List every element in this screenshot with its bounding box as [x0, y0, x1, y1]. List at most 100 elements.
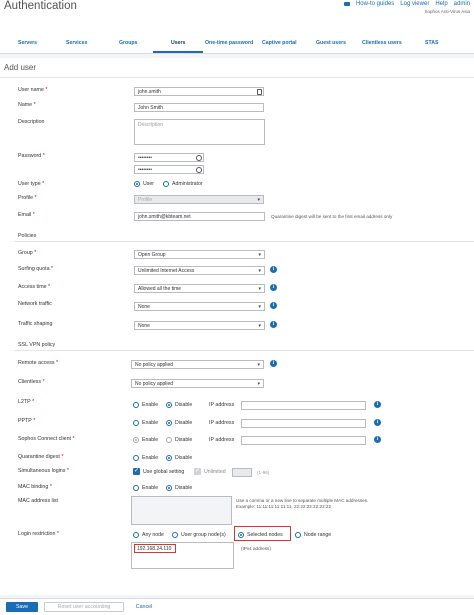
quarantine-disable-radio[interactable] [166, 455, 172, 461]
active-tab-indicator [153, 51, 203, 53]
pptp-label: PPTP * [18, 418, 36, 424]
chevron-down-icon: ▾ [257, 362, 260, 368]
access-time-label: Access time * [18, 284, 51, 290]
info-icon[interactable]: i [270, 321, 277, 328]
usertype-user-radio[interactable] [134, 181, 140, 187]
name-label: Name * [18, 102, 36, 108]
mac-binding-disable-radio[interactable] [166, 485, 172, 491]
chevron-down-icon: ▾ [258, 252, 261, 258]
info-icon[interactable]: i [270, 302, 277, 309]
remote-access-label: Remote access * [18, 360, 59, 366]
usertype-admin-radio[interactable] [163, 181, 169, 187]
username-label: User name * [18, 87, 48, 93]
name-input[interactable]: John Smith [134, 103, 264, 112]
login-user-group-label: User group node(s) [181, 532, 226, 538]
description-label: Description [18, 119, 45, 125]
group-select[interactable]: Open Group ▾ [134, 250, 265, 259]
login-user-group-radio[interactable] [172, 532, 178, 538]
admin-menu[interactable]: admin [454, 1, 470, 7]
info-icon[interactable]: i [270, 266, 277, 273]
pptp-disable-radio[interactable] [166, 420, 172, 426]
info-icon[interactable]: i [374, 401, 381, 408]
login-node-range-radio[interactable] [295, 532, 301, 538]
tab-bar: Servers Services Groups Users One-time p… [0, 34, 474, 54]
tab-guest-users[interactable]: Guest users [316, 40, 346, 46]
remote-access-select[interactable]: No policy applied ▾ [131, 360, 264, 369]
how-to-guides-link[interactable]: How-to guides [356, 1, 394, 7]
cancel-button[interactable]: Cancel [134, 602, 154, 612]
tab-servers[interactable]: Servers [18, 40, 37, 46]
mac-binding-label: MAC binding * [18, 484, 52, 490]
use-global-label: Use global setting [143, 469, 185, 475]
login-any-node-radio[interactable] [133, 532, 139, 538]
simultaneous-count-input [232, 468, 252, 477]
login-any-node-label: Any node [142, 532, 164, 538]
l2tp-disable-radio[interactable] [166, 402, 172, 408]
l2tp-ip-input[interactable] [241, 401, 366, 410]
show-confirm-password-icon[interactable] [196, 166, 202, 173]
pptp-ip-input[interactable] [241, 419, 366, 428]
sophos-connect-enable-radio[interactable] [133, 437, 139, 443]
password-input[interactable]: •••••••• [134, 153, 204, 162]
log-viewer-link[interactable]: Log viewer [400, 1, 429, 7]
info-icon[interactable]: i [374, 436, 381, 443]
unlimited-checkbox[interactable]: ✓ [194, 468, 201, 475]
mac-list-label: MAC address list [18, 498, 59, 504]
sophos-connect-disable-radio[interactable] [166, 437, 172, 443]
org-subtitle: Sophos Anti-Virus Asia [424, 9, 470, 14]
show-password-icon[interactable] [196, 154, 202, 161]
add-user-form: Add user User name * john.smith Name * J… [0, 58, 474, 595]
login-restriction-label: Login restriction * [18, 531, 59, 537]
password-label: Password * [18, 153, 45, 159]
profile-select: Profile ▾ [134, 195, 264, 204]
pptp-disable-label: Disable [175, 420, 193, 426]
sophos-connect-ip-input[interactable] [241, 436, 366, 445]
username-input[interactable]: john.smith [134, 87, 264, 96]
tab-one-time-password[interactable]: One-time password [205, 40, 253, 46]
chevron-down-icon: ▾ [257, 197, 260, 203]
chevron-down-icon: ▾ [258, 268, 261, 274]
login-selected-nodes-radio[interactable] [238, 532, 244, 538]
access-time-select[interactable]: Allowed all the time ▾ [134, 284, 265, 293]
quarantine-disable-label: Disable [175, 455, 193, 461]
profile-label: Profile * [18, 195, 37, 201]
info-icon[interactable]: i [374, 419, 381, 426]
chevron-down-icon: ▾ [258, 304, 261, 310]
quarantine-enable-radio[interactable] [133, 455, 139, 461]
tab-captive-portal[interactable]: Captive portal [262, 40, 297, 46]
unlimited-label: Unlimited [204, 469, 226, 475]
mac-hint-line2: Example: 11:11:11:11:11:11, 22:22:22:22:… [236, 504, 332, 509]
network-traffic-select[interactable]: None ▾ [134, 302, 265, 311]
traffic-shaping-select[interactable]: None ▾ [134, 321, 265, 330]
mac-binding-disable-label: Disable [175, 485, 193, 491]
description-textarea[interactable]: Description [134, 119, 265, 145]
info-icon[interactable]: i [270, 360, 277, 367]
chevron-down-icon: ▾ [258, 286, 261, 292]
use-global-checkbox[interactable]: ✓ [133, 468, 140, 475]
top-links: How-to guides Log viewer Help admin [343, 1, 470, 7]
tab-clientless-users[interactable]: Clientless users [362, 40, 402, 46]
mac-binding-enable-radio[interactable] [133, 485, 139, 491]
sophos-connect-disable-label: Disable [175, 437, 193, 443]
info-icon[interactable]: i [270, 284, 277, 291]
surfing-quota-select[interactable]: Unlimited Internet Access ▾ [134, 266, 265, 275]
mac-hint-line1: Use a comma or a new line to separate mu… [236, 498, 369, 503]
copy-icon[interactable] [257, 88, 262, 95]
save-button[interactable]: Save [6, 602, 38, 612]
video-icon[interactable] [343, 2, 350, 6]
pptp-ip-label: IP address [209, 420, 235, 426]
tab-stas[interactable]: STAS [425, 40, 438, 46]
tab-users[interactable]: Users [171, 40, 185, 46]
help-link[interactable]: Help [435, 1, 447, 7]
email-input[interactable]: john.smith@kbteam.net [134, 212, 265, 221]
l2tp-enable-label: Enable [142, 402, 159, 408]
mac-list-textarea[interactable] [131, 496, 232, 525]
confirm-password-input[interactable]: •••••••• [134, 165, 204, 174]
tab-groups[interactable]: Groups [119, 40, 137, 46]
reset-user-accounting-button[interactable]: Reset user accounting [44, 602, 124, 612]
usertype-user-label: User [143, 181, 154, 187]
pptp-enable-radio[interactable] [133, 420, 139, 426]
l2tp-enable-radio[interactable] [133, 402, 139, 408]
clientless-select[interactable]: No policy applied ▾ [131, 379, 264, 388]
tab-services[interactable]: Services [66, 40, 87, 46]
